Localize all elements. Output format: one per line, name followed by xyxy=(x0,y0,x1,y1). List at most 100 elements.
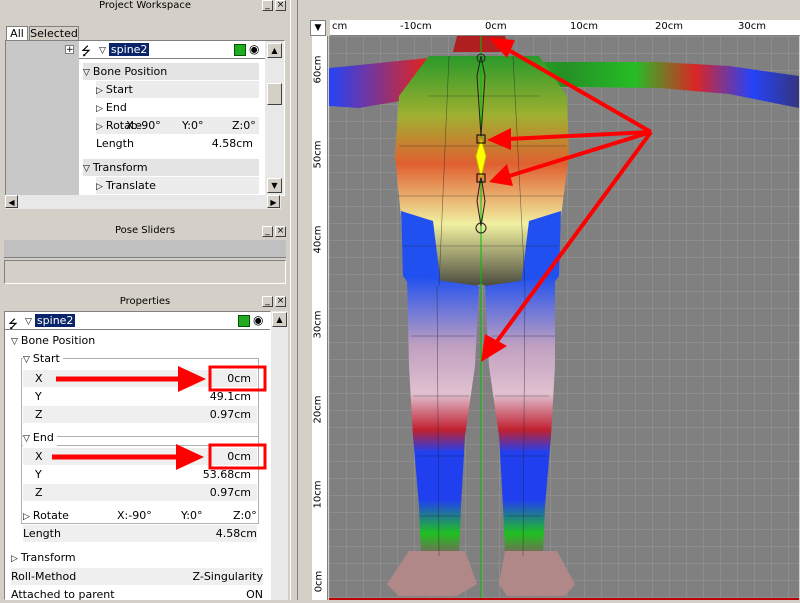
prop-start-x-value[interactable]: 0cm xyxy=(227,370,251,387)
properties-sep xyxy=(5,329,270,330)
project-workspace-title: Project Workspace xyxy=(0,0,290,12)
ruler-left-label: 50cm xyxy=(312,140,324,169)
workspace-hscrollbar[interactable]: ◀ ▶ xyxy=(5,195,281,209)
wt-bone-position[interactable]: Bone Position xyxy=(83,63,259,80)
prop-end[interactable]: End xyxy=(23,429,57,446)
prop-rotate-x: X:-90° xyxy=(117,509,152,522)
prop-start-x-label: X xyxy=(35,372,43,385)
minimize-button[interactable]: _ xyxy=(262,0,273,11)
ruler-top: cm -10cm 0cm 10cm 20cm 30cm xyxy=(330,20,800,36)
wt-end[interactable]: End xyxy=(96,99,259,116)
scroll-thumb[interactable] xyxy=(267,83,282,105)
wt-transform[interactable]: Transform xyxy=(83,159,259,176)
prop-end-x-label: X xyxy=(35,450,43,463)
project-workspace-panel: Project Workspace _ × All Selected + ⭍ s… xyxy=(0,0,290,215)
wt-rotate-z: Z:0° xyxy=(232,119,256,132)
prop-transform[interactable]: Transform xyxy=(11,549,263,566)
prop-rotate-label: Rotate xyxy=(32,509,69,522)
prop-end-x[interactable]: X 0cm xyxy=(23,448,257,465)
wt-length-value: 4.58cm xyxy=(211,137,253,150)
panel-splitter[interactable] xyxy=(290,0,298,600)
prop-rotate[interactable]: Rotate X:-90° Y:0° Z:0° xyxy=(23,507,263,524)
ruler-left-label: 60cm xyxy=(312,55,324,84)
prop-end-x-value[interactable]: 0cm xyxy=(227,448,251,465)
prop-end-z-label: Z xyxy=(35,486,43,499)
ruler-top-label: -10cm xyxy=(400,21,432,32)
wt-rotate-y: Y:0° xyxy=(182,119,204,132)
properties-close-button[interactable]: × xyxy=(275,296,286,307)
prop-attached[interactable]: Attached to parent ON xyxy=(11,586,263,603)
wt-end-label: End xyxy=(105,101,127,114)
properties-bone-row[interactable]: spine2 xyxy=(25,312,76,329)
prop-length-label: Length xyxy=(23,527,61,540)
prop-roll-method[interactable]: Roll-Method Z-Singularity xyxy=(11,568,263,585)
workspace-bone-row[interactable]: spine2 xyxy=(99,41,150,58)
prop-start[interactable]: Start xyxy=(23,350,63,367)
prop-end-z[interactable]: Z 0.97cm xyxy=(23,484,257,501)
prop-roll-method-label: Roll-Method xyxy=(11,570,77,583)
prop-end-z-value[interactable]: 0.97cm xyxy=(210,484,251,501)
prop-end-y[interactable]: Y 53.68cm xyxy=(23,466,257,483)
prop-start-z-value[interactable]: 0.97cm xyxy=(210,406,251,423)
prop-start-y-value[interactable]: 49.1cm xyxy=(210,388,251,405)
properties-bone-name: spine2 xyxy=(34,314,76,327)
prop-end-y-value[interactable]: 53.68cm xyxy=(203,466,251,483)
prop-bone-position-label: Bone Position xyxy=(20,334,96,347)
prop-start-x[interactable]: X 0cm xyxy=(23,370,257,387)
prop-start-z[interactable]: Z 0.97cm xyxy=(23,406,257,423)
wt-start-label: Start xyxy=(105,83,133,96)
prop-start-y-label: Y xyxy=(35,390,42,403)
viewport-canvas[interactable] xyxy=(329,36,799,600)
color-swatch-icon[interactable] xyxy=(234,44,246,56)
wt-translate[interactable]: Translate xyxy=(96,177,259,194)
scroll-left-button[interactable]: ◀ xyxy=(5,195,18,208)
properties-scroll-up-button[interactable]: ▲ xyxy=(272,312,287,327)
wt-rotate[interactable]: Rotate X:-90° Y:0° Z:0° xyxy=(96,117,259,134)
ruler-top-label: 30cm xyxy=(738,21,766,32)
prop-length-value[interactable]: 4.58cm xyxy=(216,525,257,542)
tab-all[interactable]: All xyxy=(6,26,28,41)
properties-list: ⭍ spine2 ◉ Bone Position Start X0cm Y49.… xyxy=(4,311,271,603)
tab-selected[interactable]: Selected xyxy=(29,26,79,40)
wt-length[interactable]: Length 4.58cm xyxy=(96,135,259,152)
bone-name: spine2 xyxy=(108,43,150,56)
prop-start-z-label: Z xyxy=(35,408,43,421)
prop-end-y-label: Y xyxy=(35,468,42,481)
wt-start[interactable]: Start xyxy=(96,81,259,98)
ruler-left-label: 20cm xyxy=(312,395,324,424)
expand-toggle[interactable]: + xyxy=(65,45,74,55)
tab-all-label: All xyxy=(10,27,24,40)
prop-roll-method-value[interactable]: Z-Singularity xyxy=(193,568,263,585)
wt-transform-label: Transform xyxy=(92,161,148,174)
ruler-left-label: 40cm xyxy=(312,225,324,254)
workspace-vscrollbar[interactable]: ▲ ▼ xyxy=(265,41,284,195)
pose-sliders-area xyxy=(4,260,286,284)
tree-gutter xyxy=(6,41,79,195)
properties-minimize-button[interactable]: _ xyxy=(262,296,273,307)
viewport[interactable]: ▼ cm -10cm 0cm 10cm 20cm 30cm 60cm 50cm … xyxy=(298,0,800,600)
prop-rotate-y: Y:0° xyxy=(181,509,203,522)
ruler-top-label: 20cm xyxy=(655,21,683,32)
properties-color-swatch-icon[interactable] xyxy=(238,315,250,327)
ruler-left: 60cm 50cm 40cm 30cm 20cm 10cm 0cm xyxy=(312,36,328,600)
eye-icon[interactable]: ◉ xyxy=(249,43,259,55)
viewport-menu-button[interactable]: ▼ xyxy=(310,20,326,36)
scroll-up-button[interactable]: ▲ xyxy=(267,43,282,58)
bone-icon: ⭍ xyxy=(81,44,91,58)
prop-bone-position[interactable]: Bone Position xyxy=(11,332,263,349)
prop-start-y[interactable]: Y 49.1cm xyxy=(23,388,257,405)
pose-sliders-title: Pose Sliders xyxy=(0,225,290,237)
prop-length[interactable]: Length 4.58cm xyxy=(23,525,257,542)
prop-rotate-z: Z:0° xyxy=(233,509,257,522)
pose-sliders-toolbar xyxy=(4,240,286,258)
pose-close-button[interactable]: × xyxy=(275,226,286,237)
prop-attached-value[interactable]: ON xyxy=(246,586,263,603)
pose-minimize-button[interactable]: _ xyxy=(262,226,273,237)
wt-rotate-x: X:-90° xyxy=(126,119,161,132)
scroll-down-button[interactable]: ▼ xyxy=(267,178,282,193)
properties-vscrollbar[interactable]: ▲ xyxy=(271,311,288,600)
selected-bone[interactable] xyxy=(475,134,487,183)
scroll-right-button[interactable]: ▶ xyxy=(267,195,280,208)
close-button[interactable]: × xyxy=(275,0,286,11)
wt-length-label: Length xyxy=(96,137,134,150)
